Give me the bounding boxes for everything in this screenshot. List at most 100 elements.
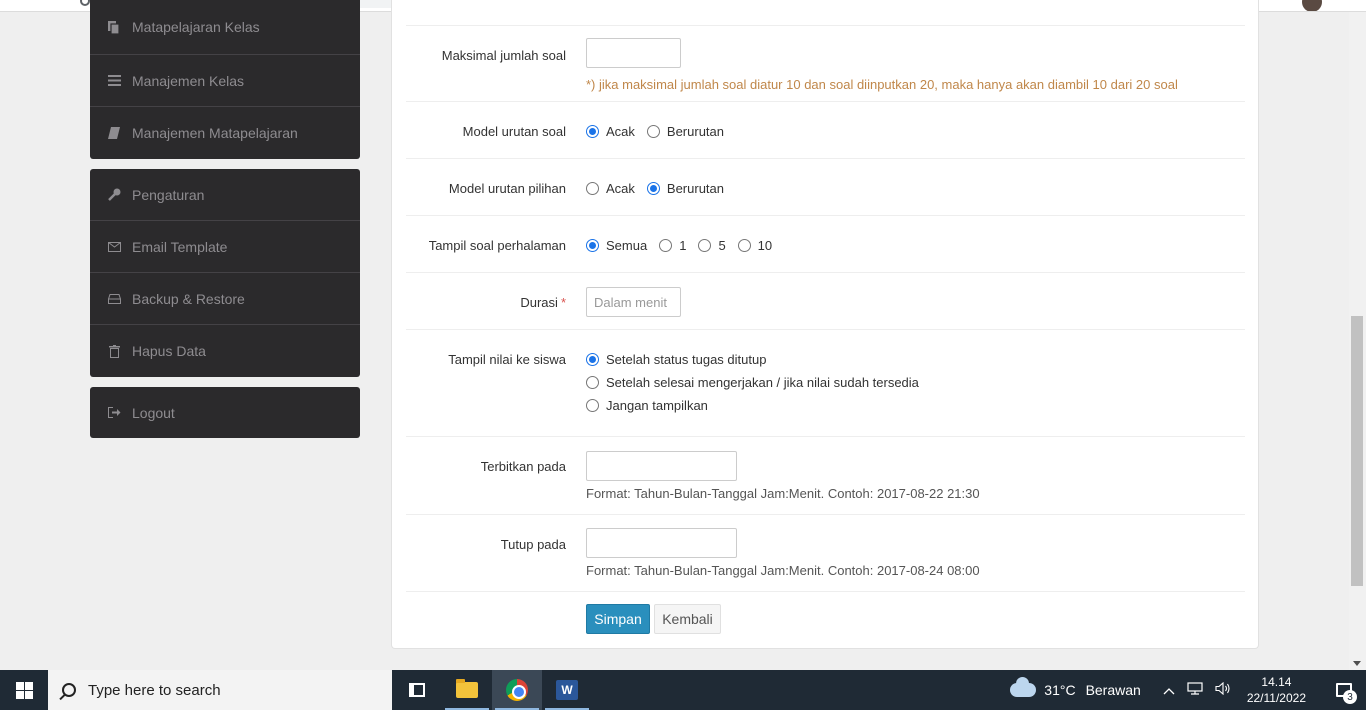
book-icon: [107, 126, 121, 140]
show-score-option-never[interactable]: Jangan tampilkan: [586, 398, 919, 413]
radio-checked[interactable]: [586, 353, 599, 366]
publish-at-label: Terbitkan pada: [480, 459, 566, 474]
close-at-label: Tutup pada: [500, 537, 566, 552]
back-button[interactable]: Kembali: [654, 604, 721, 634]
windows-taskbar: Type here to search W 31°C Berawan 14.14…: [0, 670, 1366, 710]
start-button[interactable]: [0, 670, 48, 710]
radio-label: 5: [718, 238, 726, 253]
sidebar-item-pengaturan[interactable]: Pengaturan: [90, 169, 360, 221]
per-page-option-10[interactable]: 10: [737, 238, 772, 253]
reload-icon[interactable]: [80, 0, 90, 6]
search-icon: [62, 683, 76, 697]
radio-label: Semua: [606, 238, 648, 253]
radio-checked[interactable]: [646, 182, 660, 195]
sidebar-item-label: Matapelajaran Kelas: [132, 19, 260, 35]
radio-unchecked[interactable]: [586, 399, 599, 412]
task-view-button[interactable]: [392, 670, 442, 710]
sidebar-item-manajemen-matapelajaran[interactable]: Manajemen Matapelajaran: [90, 107, 360, 159]
max-questions-label: Maksimal jumlah soal: [441, 48, 566, 63]
volume-icon[interactable]: [1215, 681, 1231, 698]
radio-label: Acak: [606, 181, 635, 196]
hdd-icon: [107, 292, 121, 306]
choice-order-option-acak[interactable]: Acak: [586, 181, 635, 196]
page-scrollbar[interactable]: [1349, 12, 1366, 670]
sidebar-item-label: Logout: [132, 404, 175, 421]
cloud-icon: [1010, 677, 1037, 697]
sidebar-group-logout: Logout: [90, 387, 360, 438]
max-questions-hint: *) jika maksimal jumlah soal diatur 10 d…: [586, 77, 1178, 92]
taskbar-clock[interactable]: 14.14 22/11/2022: [1247, 674, 1306, 706]
show-score-option-after-finish[interactable]: Setelah selesai mengerjakan / jika nilai…: [586, 375, 919, 390]
per-page-option-semua[interactable]: Semua: [586, 238, 647, 253]
per-page-option-5[interactable]: 5: [698, 238, 726, 253]
chrome-icon: [506, 679, 528, 701]
radio-unchecked[interactable]: [586, 182, 599, 195]
radio-unchecked[interactable]: [698, 239, 712, 252]
form-row-choice-order: Model urutan pilihan Acak Berurutan: [406, 159, 1245, 216]
sidebar-item-manajemen-kelas[interactable]: Manajemen Kelas: [90, 55, 360, 107]
assignment-form-panel: Maksimal jumlah soal *) jika maksimal ju…: [391, 0, 1259, 649]
per-page-option-1[interactable]: 1: [659, 238, 686, 253]
question-order-label: Model urutan soal: [462, 124, 566, 139]
sidebar-item-label: Manajemen Matapelajaran: [132, 125, 298, 141]
word-button[interactable]: W: [542, 670, 592, 710]
radio-label: Acak: [606, 124, 635, 139]
chevron-up-icon[interactable]: [1163, 683, 1175, 698]
sidebar-item-matapelajaran-kelas[interactable]: Matapelajaran Kelas: [90, 0, 360, 55]
sidebar-item-logout[interactable]: Logout: [90, 387, 360, 438]
required-marker: *: [560, 295, 566, 310]
duration-label: Durasi *: [520, 295, 566, 310]
save-button[interactable]: Simpan: [586, 604, 650, 634]
sidebar-item-label: Manajemen Kelas: [132, 72, 245, 89]
radio-unchecked[interactable]: [737, 239, 751, 252]
weather-widget[interactable]: 31°C Berawan: [1010, 677, 1141, 698]
radio-label: Setelah status tugas ditutup: [606, 352, 767, 367]
file-explorer-button[interactable]: [442, 670, 492, 710]
show-score-label: Tampil nilai ke siswa: [448, 352, 566, 367]
publish-at-hint: Format: Tahun-Bulan-Tanggal Jam:Menit. C…: [586, 486, 980, 501]
show-score-option-after-close[interactable]: Setelah status tugas ditutup: [586, 352, 919, 367]
form-row-publish-at: Terbitkan pada Format: Tahun-Bulan-Tangg…: [406, 437, 1245, 515]
weather-condition: Berawan: [1085, 682, 1141, 698]
radio-checked[interactable]: [586, 239, 599, 252]
form-row-question-order: Model urutan soal Acak Berurutan: [406, 102, 1245, 159]
profile-avatar[interactable]: [1302, 0, 1322, 11]
sidebar-item-backup-restore[interactable]: Backup & Restore: [90, 273, 360, 325]
duration-input[interactable]: Dalam menit: [586, 287, 681, 317]
task-view-icon: [409, 683, 425, 697]
sidebar-item-hapus-data[interactable]: Hapus Data: [90, 325, 360, 377]
per-page-label: Tampil soal perhalaman: [428, 238, 566, 253]
question-order-option-berurutan[interactable]: Berurutan: [646, 124, 724, 139]
trash-icon: [107, 344, 121, 358]
close-at-input[interactable]: [586, 528, 737, 558]
form-row-max-questions: Maksimal jumlah soal *) jika maksimal ju…: [406, 26, 1245, 102]
system-tray: 31°C Berawan 14.14 22/11/2022 3: [1010, 670, 1366, 710]
radio-unchecked[interactable]: [659, 239, 673, 252]
choice-order-label: Model urutan pilihan: [448, 181, 566, 196]
publish-at-input[interactable]: [586, 451, 737, 481]
radio-checked[interactable]: [586, 125, 599, 138]
sidebar-item-email-template[interactable]: Email Template: [90, 221, 360, 273]
form-row-duration: Durasi * Dalam menit: [406, 273, 1245, 330]
sidebar-group-settings: Pengaturan Email Template Backup & Resto…: [90, 169, 360, 377]
choice-order-option-berurutan[interactable]: Berurutan: [646, 181, 724, 196]
scrollbar-thumb[interactable]: [1351, 316, 1363, 586]
search-placeholder: Type here to search: [88, 681, 221, 699]
duration-label-text: Durasi: [520, 295, 558, 310]
chrome-button[interactable]: [492, 670, 542, 710]
radio-label: 1: [679, 238, 687, 253]
network-icon[interactable]: [1187, 682, 1203, 698]
radio-label: Berurutan: [666, 124, 724, 139]
radio-label: Setelah selesai mengerjakan / jika nilai…: [606, 375, 919, 390]
sidebar-item-label: Email Template: [132, 238, 228, 255]
notification-center-button[interactable]: 3: [1322, 670, 1366, 710]
question-order-option-acak[interactable]: Acak: [586, 124, 635, 139]
wrench-icon: [107, 188, 121, 202]
form-row-close-at: Tutup pada Format: Tahun-Bulan-Tanggal J…: [406, 515, 1245, 592]
radio-unchecked[interactable]: [646, 125, 660, 138]
sidebar-item-label: Backup & Restore: [132, 290, 245, 307]
max-questions-input[interactable]: [586, 38, 681, 68]
taskbar-search[interactable]: Type here to search: [48, 670, 392, 710]
scroll-down-icon[interactable]: [1353, 661, 1361, 666]
radio-unchecked[interactable]: [586, 376, 599, 389]
